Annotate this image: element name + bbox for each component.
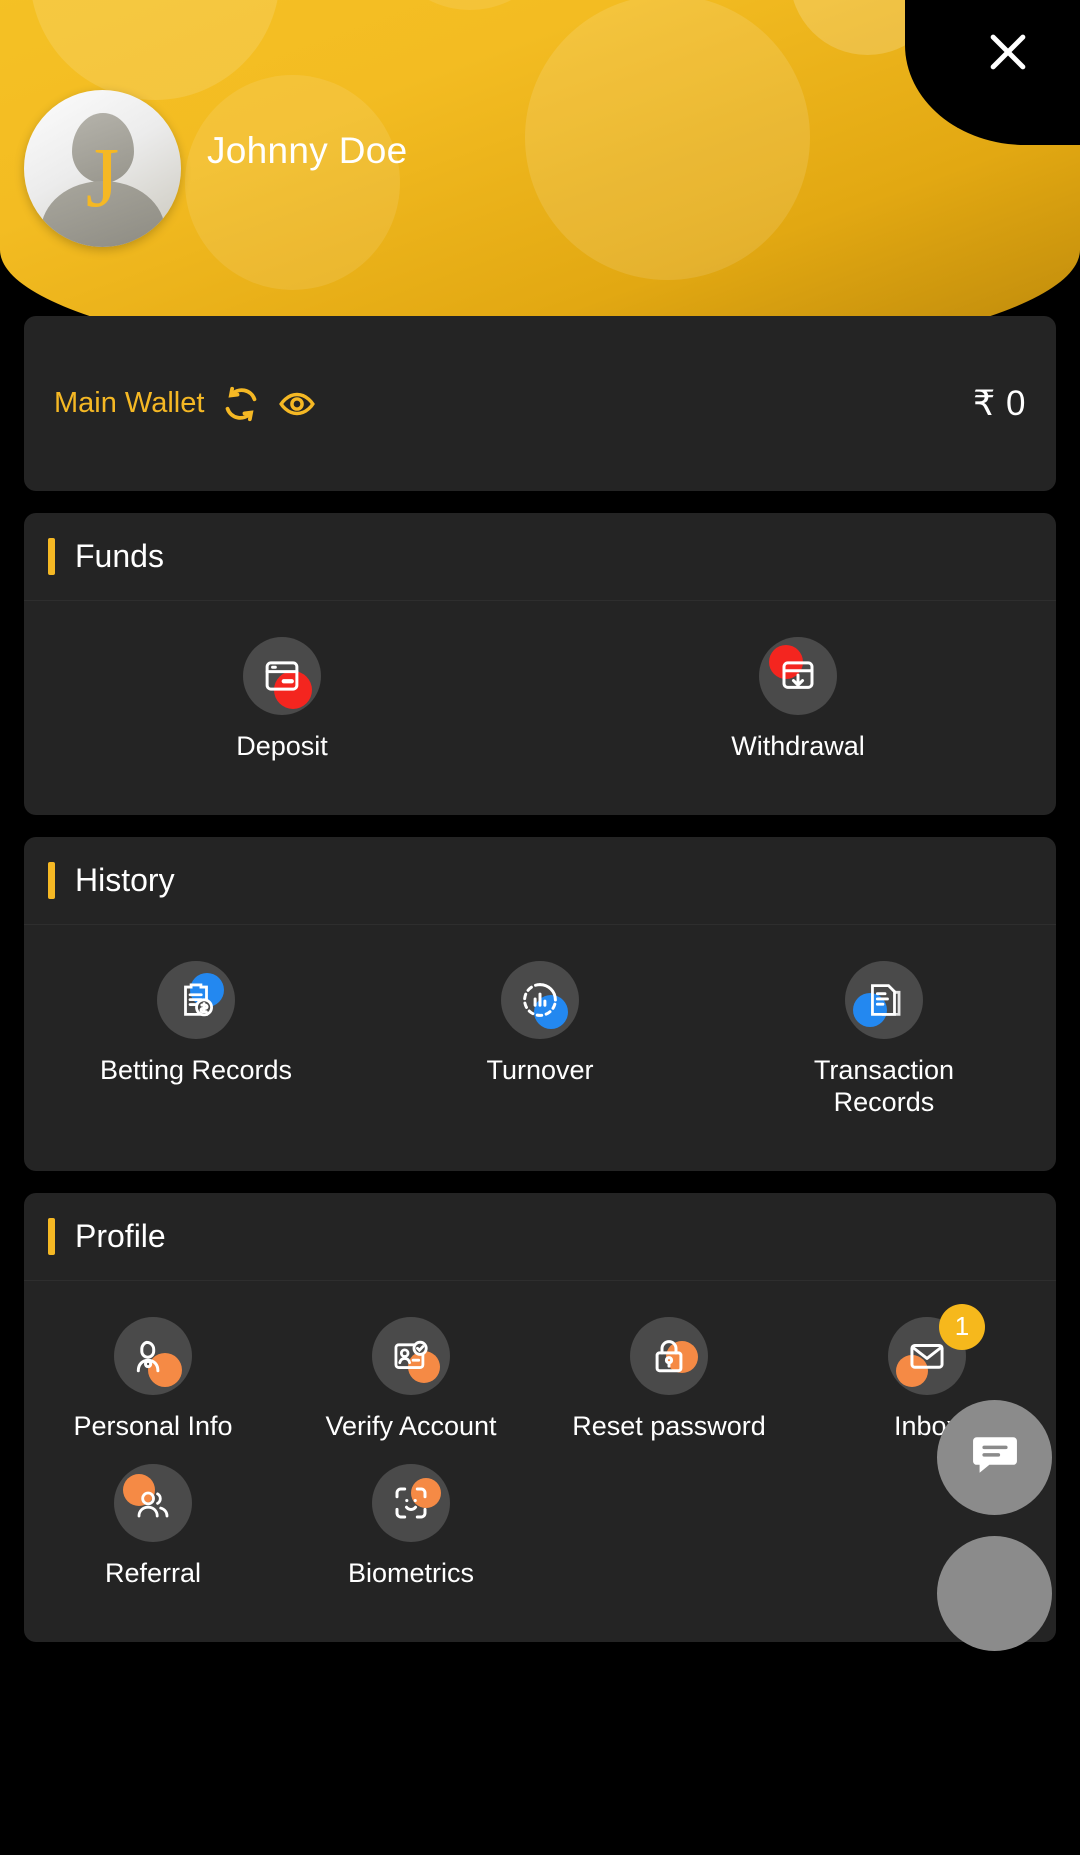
eye-icon[interactable] [278, 385, 316, 423]
section-title: Profile [75, 1217, 166, 1254]
avatar[interactable]: J [24, 90, 181, 247]
decorative-bubble [525, 0, 810, 280]
profile-item-personal-info[interactable]: Personal Info [24, 1316, 282, 1465]
profile-item-reset-password[interactable]: Reset password [540, 1316, 798, 1465]
account-panel: J Johnny Doe Main Wallet ₹ 0 Funds Depos… [0, 0, 1080, 1855]
section-accent-bar [48, 1217, 55, 1255]
profile-item-referral[interactable]: Referral [24, 1464, 282, 1612]
decorative-bubble [380, 0, 560, 10]
transaction-records-icon [844, 960, 923, 1039]
chat-support-button[interactable] [937, 1400, 1052, 1515]
deposit-icon [243, 637, 321, 715]
wallet-left-group: Main Wallet [54, 385, 316, 423]
verify-account-icon [372, 1316, 450, 1395]
history-item-turnover[interactable]: Turnover [368, 960, 712, 1141]
history-grid: Betting Records Turnover Transaction Rec… [24, 925, 1056, 1171]
item-label: Betting Records [99, 1054, 293, 1085]
funds-item-deposit[interactable]: Deposit [24, 637, 540, 785]
decorative-bubble [185, 75, 400, 290]
wallet-label: Main Wallet [54, 387, 205, 419]
funds-item-withdrawal[interactable]: Withdrawal [540, 637, 1056, 785]
secondary-floating-button[interactable] [937, 1536, 1052, 1651]
close-icon [984, 28, 1032, 76]
referral-icon [114, 1464, 192, 1543]
section-accent-bar [48, 538, 55, 575]
profile-item-verify-account[interactable]: Verify Account [282, 1316, 540, 1465]
history-item-betting-records[interactable]: Betting Records [24, 960, 368, 1141]
biometrics-icon [372, 1464, 450, 1543]
item-label: Biometrics [347, 1558, 475, 1589]
main-wallet-card: Main Wallet ₹ 0 [24, 316, 1056, 491]
item-label: Reset password [572, 1410, 766, 1441]
item-label: Referral [104, 1558, 202, 1589]
chat-bubble-icon [967, 1427, 1023, 1488]
profile-grid: Personal Info Verify Account Reset passw… [24, 1281, 1056, 1643]
wallet-balance: ₹ 0 [973, 383, 1026, 423]
funds-section: Funds Deposit Withdrawal [24, 513, 1056, 815]
inbox-icon: 1 [888, 1303, 985, 1395]
section-title: Funds [75, 538, 164, 574]
item-label: Withdrawal [731, 731, 865, 761]
history-section: History Betting Records Turnover Transac… [24, 836, 1056, 1171]
item-label: Personal Info [73, 1410, 233, 1441]
decorative-bubble [30, 0, 280, 100]
history-item-transaction-records[interactable]: Transaction Records [712, 960, 1056, 1141]
item-label: Turnover [486, 1054, 594, 1085]
profile-item-biometrics[interactable]: Biometrics [282, 1464, 540, 1612]
user-name: Johnny Doe [207, 130, 408, 171]
avatar-initial: J [85, 129, 120, 225]
profile-section: Profile Personal Info Verify Account Res… [24, 1192, 1056, 1643]
section-title: History [75, 861, 175, 898]
history-section-header: History [24, 837, 1056, 925]
betting-records-icon [156, 960, 235, 1039]
item-label: Deposit [236, 731, 328, 761]
personal-info-icon [114, 1316, 192, 1395]
reset-password-icon [630, 1316, 708, 1395]
profile-section-header: Profile [24, 1193, 1056, 1281]
funds-grid: Deposit Withdrawal [24, 601, 1056, 815]
item-label: Verify Account [325, 1410, 497, 1441]
withdrawal-icon [759, 637, 837, 715]
funds-section-header: Funds [24, 513, 1056, 601]
refresh-icon[interactable] [222, 385, 260, 423]
section-accent-bar [48, 861, 55, 899]
item-label: Transaction Records [813, 1054, 954, 1117]
turnover-icon [500, 960, 579, 1039]
inbox-unread-badge: 1 [939, 1303, 985, 1350]
